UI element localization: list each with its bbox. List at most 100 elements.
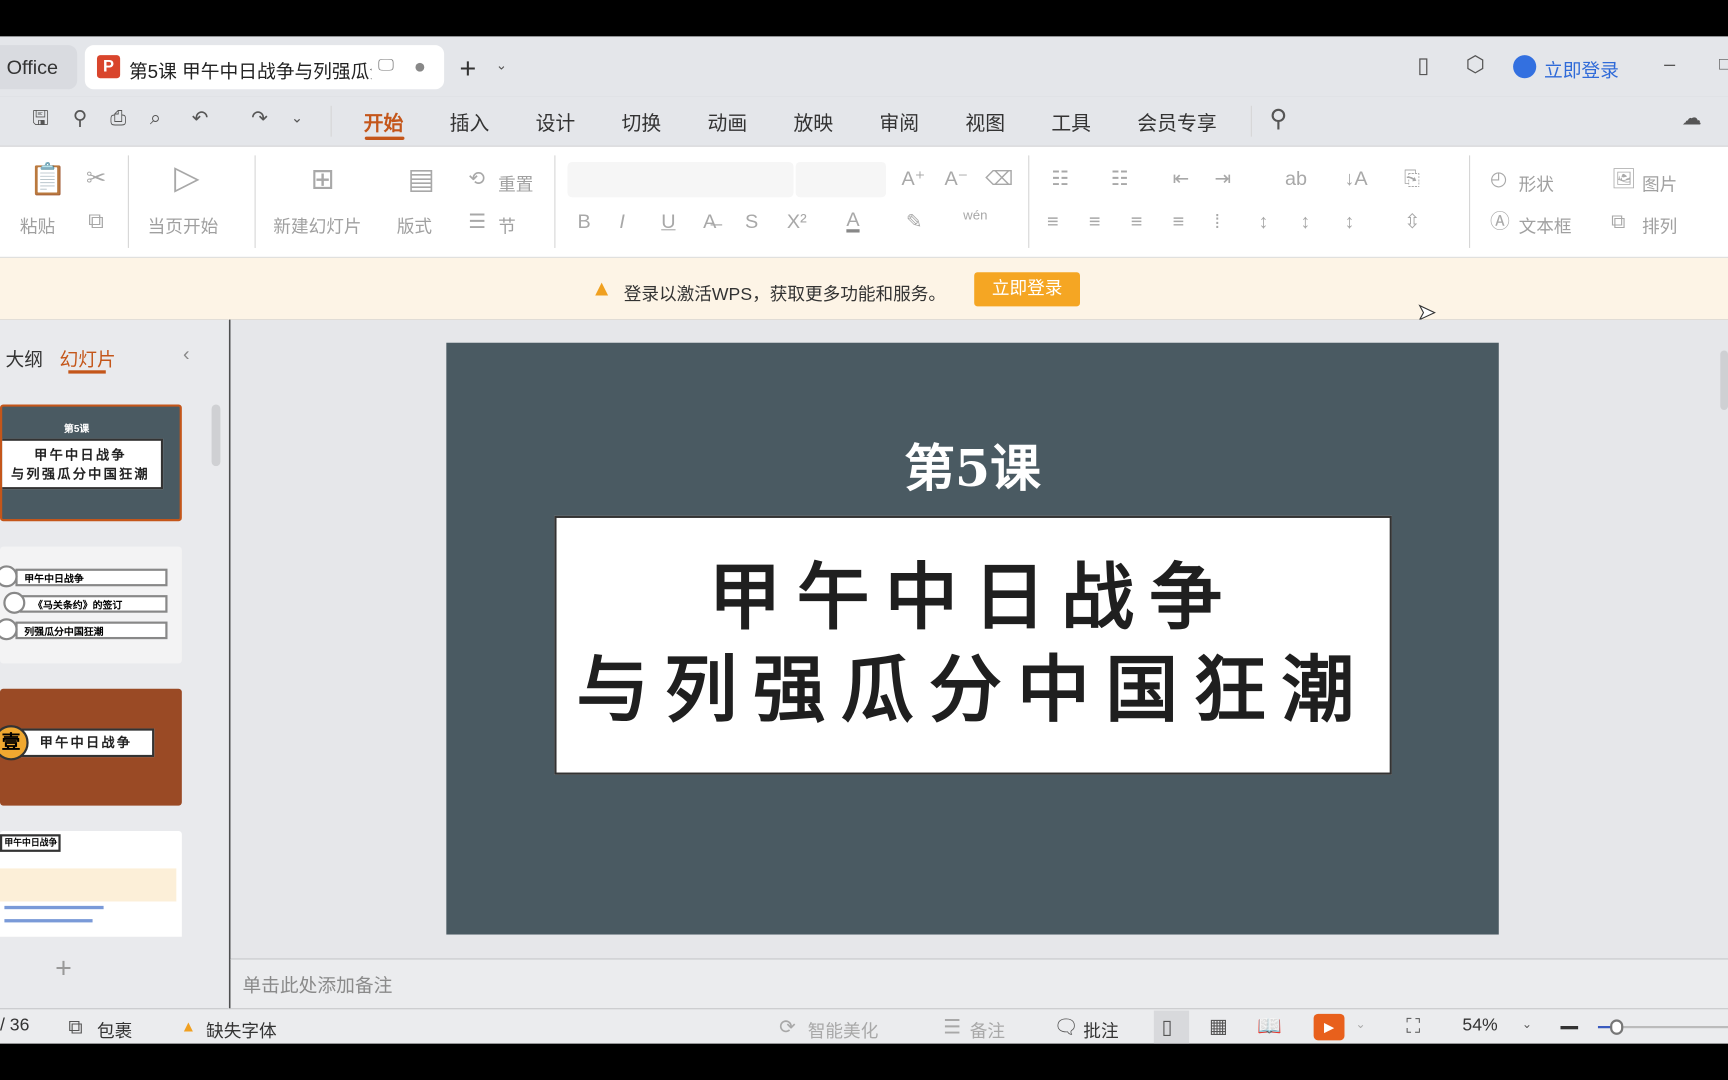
tab-insert[interactable]: 插入	[450, 108, 490, 137]
font-color-button[interactable]: A	[846, 209, 860, 233]
line-spacing-up-icon[interactable]: ↕	[1259, 212, 1269, 232]
convert-icon[interactable]: ⎘	[1404, 169, 1420, 189]
tab-slideshow[interactable]: 放映	[793, 108, 833, 137]
tablet-icon[interactable]: ▯	[1417, 55, 1429, 77]
outdent-icon[interactable]: ⇤	[1173, 169, 1190, 189]
align-left-icon[interactable]: ≡	[1047, 212, 1059, 232]
shape-button[interactable]: 形状	[1519, 170, 1554, 196]
section-button[interactable]: 节	[498, 212, 516, 238]
maximize-icon[interactable]: □	[1719, 56, 1728, 74]
tab-transition[interactable]: 切换	[622, 108, 662, 137]
paste-icon[interactable]: 📋	[29, 164, 67, 195]
reset-icon[interactable]: ⟲	[468, 169, 485, 189]
cube-icon[interactable]: ⬡	[1466, 54, 1485, 76]
comment-button[interactable]: 批注	[1083, 1016, 1118, 1042]
layout-button[interactable]: 版式	[397, 212, 432, 238]
tab-home[interactable]: 开始	[364, 108, 404, 137]
align-center-icon[interactable]: ≡	[1089, 212, 1101, 232]
slide-thumbnail-2[interactable]: 甲午中日战争 《马关条约》的签订 列强瓜分中国狂潮	[0, 546, 182, 664]
bold-button[interactable]: B	[577, 212, 590, 232]
sort-icon[interactable]: ↓A	[1344, 169, 1367, 189]
chevron-down-icon[interactable]: ⌄	[1522, 1019, 1532, 1031]
vertical-align-icon[interactable]: ⇳	[1404, 212, 1421, 232]
arrange-icon[interactable]: ⧉	[1611, 212, 1625, 232]
tab-tools[interactable]: 工具	[1051, 108, 1091, 137]
new-slide-icon[interactable]: ⊞	[311, 164, 335, 193]
picture-button[interactable]: 图片	[1642, 170, 1677, 196]
preview-icon[interactable]: ⌕	[150, 108, 161, 128]
redo-icon[interactable]: ↷	[251, 108, 268, 128]
user-avatar-icon[interactable]	[1513, 55, 1537, 79]
section-icon[interactable]: ☰	[468, 212, 486, 232]
package-icon[interactable]: ⧉	[68, 1017, 82, 1037]
grid-view-icon[interactable]: ▦	[1209, 1016, 1228, 1036]
line-spacing-icon[interactable]: ↕	[1344, 212, 1354, 232]
tab-document[interactable]: P 第5课 甲午中日战争与列强瓜分 🖵	[84, 45, 445, 90]
banner-login-button[interactable]: 立即登录	[974, 272, 1080, 307]
tab-slides[interactable]: 幻灯片	[60, 344, 116, 372]
italic-button[interactable]: I	[619, 212, 625, 232]
play-slideshow-button[interactable]: ▶	[1313, 1013, 1345, 1041]
highlight-icon[interactable]: ✎	[906, 212, 923, 232]
textbox-icon[interactable]: Ⓐ	[1490, 212, 1510, 232]
cut-icon[interactable]: ✂	[86, 166, 106, 190]
font-grow-icon[interactable]: A⁺	[901, 169, 925, 189]
play-icon[interactable]: ▷	[174, 161, 199, 195]
slide-thumbnail-4[interactable]: 甲午中日战争	[0, 830, 182, 937]
tab-review[interactable]: 审阅	[879, 108, 919, 137]
fit-window-icon[interactable]: ⛶	[1406, 1016, 1420, 1036]
package-button[interactable]: 包裹	[97, 1016, 132, 1042]
print-icon[interactable]: ⎙	[110, 108, 126, 128]
bullet-list-icon[interactable]: ☷	[1051, 169, 1069, 189]
tab-animation[interactable]: 动画	[708, 108, 748, 137]
slide-title-box[interactable]: 甲午中日战争 与列强瓜分中国狂潮	[554, 515, 1392, 775]
font-name-select[interactable]	[567, 161, 794, 198]
copy-icon[interactable]: ⧉	[88, 210, 104, 232]
tab-design[interactable]: 设计	[536, 108, 576, 137]
slide-lesson-title[interactable]: 第5课	[446, 429, 1498, 502]
picture-icon[interactable]: 🖼	[1611, 169, 1636, 189]
zoom-slider-thumb[interactable]	[1610, 1019, 1624, 1035]
tab-member[interactable]: 会员专享	[1137, 108, 1216, 137]
shape-icon[interactable]: ◴	[1490, 169, 1507, 189]
paste-button[interactable]: 粘贴	[20, 212, 55, 238]
superscript-button[interactable]: X²	[787, 212, 807, 232]
panel-scrollbar[interactable]	[211, 404, 221, 467]
shadow-button[interactable]: S	[745, 212, 758, 232]
link-icon[interactable]: ⚲	[73, 108, 88, 128]
chevron-down-icon[interactable]: ⌄	[1356, 1019, 1366, 1031]
new-tab-icon[interactable]: +	[460, 54, 477, 83]
tab-view[interactable]: 视图	[965, 108, 1005, 137]
from-current-button[interactable]: 当页开始	[148, 212, 219, 238]
reset-button[interactable]: 重置	[498, 170, 533, 196]
chevron-down-icon[interactable]: ⌄	[496, 58, 507, 71]
font-size-select[interactable]	[795, 161, 887, 198]
line-spacing-down-icon[interactable]: ↕	[1300, 212, 1310, 232]
login-link[interactable]: 立即登录	[1544, 55, 1619, 83]
new-slide-button[interactable]: 新建幻灯片	[273, 212, 361, 238]
missing-font-button[interactable]: 缺失字体	[206, 1016, 277, 1042]
minimize-icon[interactable]: –	[1664, 54, 1675, 74]
layout-icon[interactable]: ▤	[408, 164, 435, 193]
zoom-level[interactable]: 54%	[1462, 1016, 1497, 1036]
number-list-icon[interactable]: ☷	[1111, 169, 1129, 189]
textbox-button[interactable]: 文本框	[1519, 212, 1572, 238]
underline-button[interactable]: U	[661, 212, 675, 232]
normal-view-button[interactable]: ▯	[1153, 1010, 1190, 1044]
slide-thumbnail-3[interactable]: 甲午中日战争 壹	[0, 688, 182, 806]
comment-icon[interactable]: 🗨	[1054, 1017, 1079, 1037]
indent-icon[interactable]: ⇥	[1214, 169, 1231, 189]
phonetic-button[interactable]: wén	[963, 208, 987, 221]
collapse-chevron-icon[interactable]: ‹	[183, 344, 190, 364]
distribute-icon[interactable]: ⁞	[1214, 212, 1220, 232]
reading-view-icon[interactable]: 📖	[1257, 1016, 1282, 1036]
beautify-icon[interactable]: ⟳	[779, 1017, 796, 1037]
justify-icon[interactable]: ≡	[1173, 212, 1185, 232]
add-slide-icon[interactable]: +	[55, 953, 72, 982]
zoom-slider[interactable]	[1597, 1019, 1728, 1035]
slide-canvas[interactable]: 第5课 甲午中日战争 与列强瓜分中国狂潮	[446, 342, 1499, 935]
more-chevron-icon[interactable]: ⌄	[291, 110, 303, 124]
save-icon[interactable]: 🖫	[32, 108, 49, 128]
arrange-button[interactable]: 排列	[1642, 212, 1677, 238]
beautify-button[interactable]: 智能美化	[808, 1016, 879, 1042]
